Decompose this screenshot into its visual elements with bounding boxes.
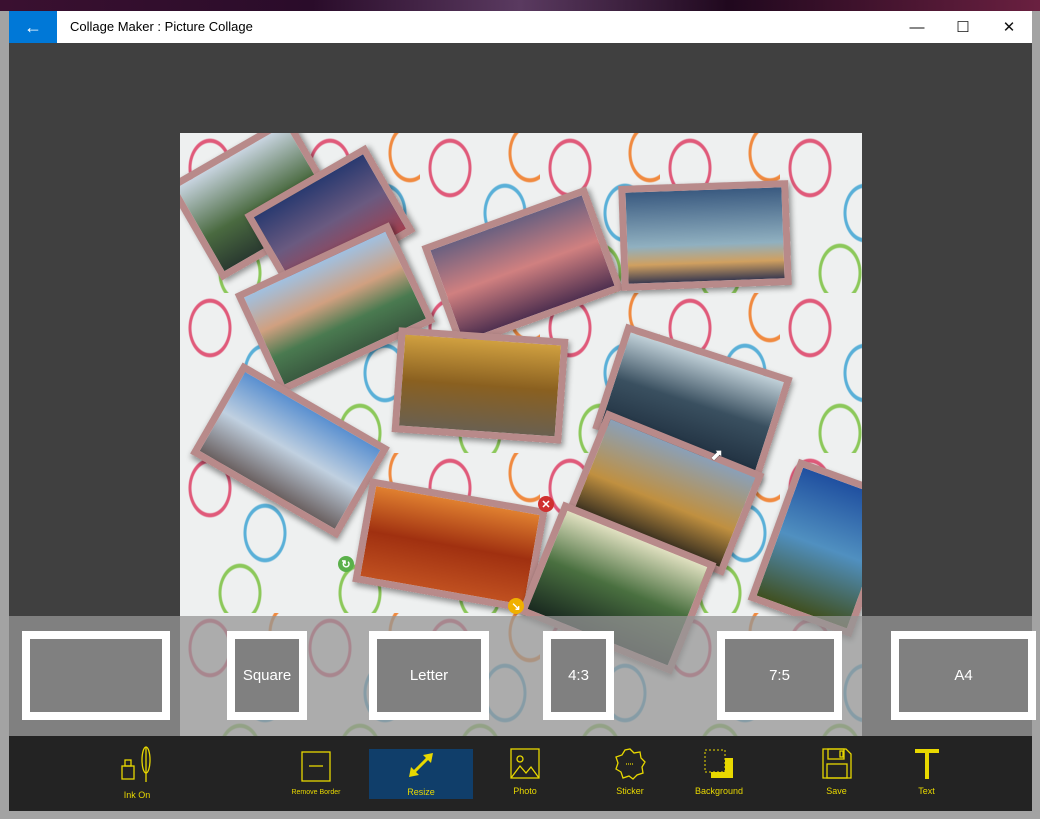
remove-border-button[interactable]: Remove Border (281, 736, 351, 798)
resize-button[interactable]: Resize (369, 749, 473, 799)
photo-button[interactable]: Photo (499, 736, 551, 798)
toolbar-label: Sticker (616, 786, 644, 796)
sticker-button[interactable]: Sticker (604, 736, 656, 798)
maximize-button[interactable]: ☐ (940, 11, 986, 43)
resize-arrows-icon (409, 753, 433, 777)
aspect-ratio-strip: Square Letter 4:3 7:5 A4 (9, 616, 1036, 736)
aspect-option-custom[interactable] (22, 631, 170, 720)
toolbar-label: Background (694, 786, 744, 796)
background-button[interactable]: Background (689, 736, 749, 798)
background-icon (704, 749, 733, 778)
mouse-cursor-icon: ⬈ (710, 447, 724, 464)
toolbar-label: Text (918, 786, 935, 796)
aspect-label: Square (235, 639, 299, 712)
aspect-label: Letter (377, 639, 481, 712)
text-t-icon (914, 749, 939, 779)
aspect-option-letter[interactable]: Letter (369, 631, 489, 720)
bottom-toolbar: Ink On Remove Border Resize Photo Sticke… (9, 736, 1032, 811)
rotate-photo-icon[interactable]: ↻ (338, 556, 354, 572)
border-icon (301, 751, 331, 782)
aspect-label (30, 639, 162, 712)
delete-photo-icon[interactable]: ✕ (538, 496, 554, 512)
toolbar-label: Save (826, 786, 847, 796)
back-button[interactable]: ← (9, 11, 57, 43)
minimize-button[interactable]: — (894, 11, 940, 43)
arrow-left-icon: ← (24, 16, 42, 37)
toolbar-label: Resize (407, 787, 435, 797)
collage-photo[interactable] (421, 186, 624, 350)
collage-photo[interactable] (190, 362, 390, 539)
toolbar-label: Remove Border (291, 789, 341, 796)
photo-icon (510, 748, 540, 779)
app-window: ← Collage Maker : Picture Collage — ☐ ✕ … (9, 11, 1036, 811)
aspect-option-4-3[interactable]: 4:3 (543, 631, 614, 720)
text-button[interactable]: Text (904, 736, 949, 798)
aspect-label: A4 (899, 639, 1028, 712)
save-button[interactable]: Save (814, 736, 859, 798)
close-button[interactable]: ✕ (986, 11, 1032, 43)
floppy-disk-icon (821, 748, 852, 779)
toolbar-label: Ink On (123, 790, 151, 800)
sticker-badge-icon (615, 748, 646, 780)
aspect-option-a4[interactable]: A4 (891, 631, 1036, 720)
collage-photo[interactable] (747, 458, 862, 638)
aspect-option-7-5[interactable]: 7:5 (717, 631, 842, 720)
aspect-label: 7:5 (725, 639, 834, 712)
aspect-label: 4:3 (551, 639, 606, 712)
ink-pen-icon (121, 746, 151, 782)
collage-photo[interactable] (618, 180, 792, 291)
toolbar-label: Photo (513, 786, 537, 796)
desktop-background (0, 0, 1040, 11)
resize-handle-icon[interactable]: ↘ (508, 598, 524, 614)
title-bar: ← Collage Maker : Picture Collage — ☐ ✕ (9, 11, 1032, 43)
aspect-option-square[interactable]: Square (227, 631, 307, 720)
collage-photo[interactable] (391, 327, 569, 444)
window-title: Collage Maker : Picture Collage (70, 19, 253, 34)
ink-on-button[interactable]: Ink On (107, 736, 167, 802)
collage-photo[interactable] (352, 478, 548, 613)
